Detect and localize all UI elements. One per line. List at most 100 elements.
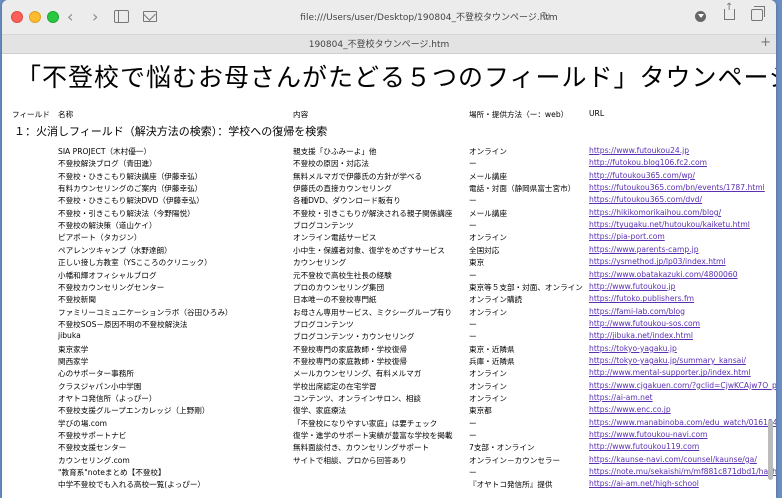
row-content: 親支援「ひふみーよ」他: [293, 147, 377, 156]
row-content: プロのカウンセリング集団: [293, 282, 385, 292]
row-content: 不登校専門の家庭教師・学校復帰: [293, 356, 407, 366]
scrollbar[interactable]: [768, 420, 773, 480]
row-location: メール講座: [469, 171, 507, 181]
row-url[interactable]: https://www.futoukou-navi.com: [589, 430, 708, 439]
row-location: オンライン購読: [469, 295, 523, 305]
close-window-button[interactable]: [11, 11, 23, 23]
row-location: 東京: [469, 258, 485, 268]
row-content: コンテンツ、オンラインサロン、相談: [293, 394, 422, 403]
new-tab-plus-icon[interactable]: +: [760, 35, 771, 50]
zoom-window-button[interactable]: [47, 11, 59, 23]
row-url[interactable]: https://futoukou365.com/dvd/: [589, 195, 702, 204]
row-url[interactable]: http://www.futoukou-sos.com: [589, 319, 700, 328]
row-content: 不登校・引きこもりが解決される親子関係講座: [293, 208, 453, 218]
row-url[interactable]: https://www.parents-camp.jp: [589, 245, 699, 254]
section-heading: １：火消しフィールド（解決方法の検索）：学校への復帰を検索: [14, 125, 328, 138]
header-location: 場所・提供方法（ー：web）: [469, 110, 569, 119]
header-name: 名称: [58, 110, 74, 119]
row-content: お母さん専用サービス、ミクシーグループ有り: [293, 307, 453, 317]
row-name: 不登校カウンセリングセンター: [58, 282, 165, 292]
sidebar-toggle-icon[interactable]: [114, 10, 129, 23]
row-name: 不登校の解決策（道山ケイ）: [58, 221, 157, 231]
page-title: 「不登校で悩むお母さんがたどる５つのフィールド」タウンページ: [16, 63, 776, 92]
minimize-window-button[interactable]: [29, 11, 41, 23]
forward-arrow-icon[interactable]: ›: [92, 8, 98, 26]
row-name: "教育系"noteまとめ【不登校】: [58, 468, 166, 478]
row-content: オンライン電話サービス: [293, 233, 377, 243]
row-url[interactable]: https://fami-lab.com/blog: [589, 307, 685, 316]
row-content: 元不登校で高校生社長の経験: [293, 270, 392, 280]
mail-icon[interactable]: [143, 11, 157, 22]
row-content: 各種DVD、ダウンロード販有り: [293, 196, 401, 206]
row-url[interactable]: https://www.futoukou24.jp: [589, 146, 689, 155]
row-url[interactable]: http://jibuka.net/index.html: [589, 331, 693, 340]
row-location: 7支部・オンライン: [469, 443, 535, 453]
row-url[interactable]: https://note.mu/sekaishi/m/mf881c871dbd1…: [589, 467, 776, 476]
row-location: オンライン－カウンセラー: [469, 455, 561, 465]
row-location: オンライン: [469, 233, 507, 243]
row-content: 「不登校になりやすい家庭」は要チェック: [293, 418, 438, 428]
row-url[interactable]: https://tyugaku.net/hutoukou/kaiketu.htm…: [589, 220, 750, 229]
row-location: 東京等５支部・対面、オンライン: [469, 282, 583, 292]
row-name: 不登校解決ブログ（青田進）: [58, 159, 157, 169]
row-location: ー: [469, 270, 477, 280]
row-location: ー: [469, 196, 477, 206]
row-name: 不登校・ひきこもり解決DVD（伊藤幸弘）: [58, 196, 204, 206]
row-location: ー: [469, 431, 477, 441]
row-url[interactable]: https://www.obatakazuki.com/4800060: [589, 270, 738, 279]
row-location: 東京都: [469, 406, 492, 416]
row-name: 不登校サポートナビ: [58, 431, 127, 441]
row-name: 東京家学: [58, 344, 89, 354]
row-name: 不登校支援グループエンカレッジ（上野剛）: [58, 406, 210, 416]
row-location: 兵庫・近隣県: [469, 356, 515, 366]
row-name: 不登校新聞: [58, 295, 96, 305]
row-url[interactable]: https://hikikomorikaihou.com/blog/: [589, 208, 721, 217]
row-location: メール講座: [469, 208, 507, 218]
row-location: 『オヤトコ発信所』提供: [469, 480, 553, 490]
row-url[interactable]: https://www.enc.co.jp: [589, 405, 671, 414]
download-icon[interactable]: [695, 11, 706, 22]
row-url[interactable]: http://futokou.blog106.fc2.com: [589, 158, 707, 167]
row-name: カウンセリング.com: [58, 455, 130, 465]
row-url[interactable]: https://pia-port.com: [589, 232, 665, 241]
row-url[interactable]: https://kaunse-navi.com/counsel/kaunse/g…: [589, 455, 757, 464]
reload-icon[interactable]: ↻: [541, 9, 551, 23]
show-tabs-icon[interactable]: [751, 6, 765, 21]
row-url[interactable]: https://futoukou365.com/bn/events/1787.h…: [589, 183, 765, 192]
row-name: ペアレンツキャンプ（水野達朗）: [58, 245, 172, 255]
row-location: ー: [469, 332, 477, 342]
row-url[interactable]: https://www.manabinoba.com/edu_watch/016…: [589, 418, 776, 427]
row-url[interactable]: http://www.mental-supporter.jp/index.htm…: [589, 368, 751, 377]
row-name: 正しい接し方教室（YSこころのクリニック）: [58, 258, 212, 268]
row-url[interactable]: https://tokyo-yagaku.jp/summary_kansai/: [589, 356, 746, 365]
row-name: ファミリーコミュニケーションラボ（谷田ひろみ）: [58, 307, 233, 317]
row-url[interactable]: https://ysmethod.jp/lp03/index.html: [589, 257, 726, 266]
row-location: オンライン: [469, 147, 507, 156]
row-url[interactable]: https://ai-am.net/high-school: [589, 479, 699, 488]
row-content: 伊藤氏の直接カウンセリング: [293, 184, 392, 194]
row-url[interactable]: https://www.cjgakuen.com/?gclid=CjwKCAjw…: [589, 381, 776, 390]
row-content: 無料メルマガで伊藤氏の方針が学べる: [293, 171, 423, 181]
row-content: 無料面談付き、カウンセリングサポート: [293, 443, 430, 453]
row-url[interactable]: https://tokyo-yagaku.jp: [589, 344, 677, 353]
row-location: オンライン: [469, 307, 507, 317]
row-name: 関西家学: [58, 356, 89, 366]
row-name: 中学不登校でも入れる高校一覧(よっぴー）: [58, 480, 206, 490]
row-url[interactable]: http://www.futoukou119.com: [589, 442, 699, 451]
row-name: 学びの場.com: [58, 418, 108, 428]
share-icon[interactable]: [724, 2, 735, 20]
row-url[interactable]: https://futoko.publishers.fm: [589, 294, 694, 303]
row-url[interactable]: http://futoukou365.com/wp/: [589, 171, 695, 180]
address-bar[interactable]: file:///Users/user/Desktop/190804_不登校タウン…: [289, 9, 569, 27]
row-content: 不登校の原因・対応法: [293, 159, 369, 169]
tab-active[interactable]: 190804_不登校タウンページ.htm: [2, 37, 756, 50]
row-name: クラスジャパン小中学園: [58, 381, 142, 391]
row-url[interactable]: http://www.futoukou.jp: [589, 282, 675, 291]
browser-window: ‹ › file:///Users/user/Desktop/190804_不登…: [2, 0, 776, 498]
row-url[interactable]: https://ai-am.net: [589, 393, 653, 402]
back-arrow-icon[interactable]: ‹: [67, 8, 73, 26]
row-name: オヤトコ発信所（よっぴー）: [58, 394, 157, 403]
header-content: 内容: [293, 110, 309, 119]
row-content: メールカウンセリング、有料メルマガ: [293, 369, 422, 379]
row-content: 学校出席認定の在宅学習: [293, 381, 377, 391]
